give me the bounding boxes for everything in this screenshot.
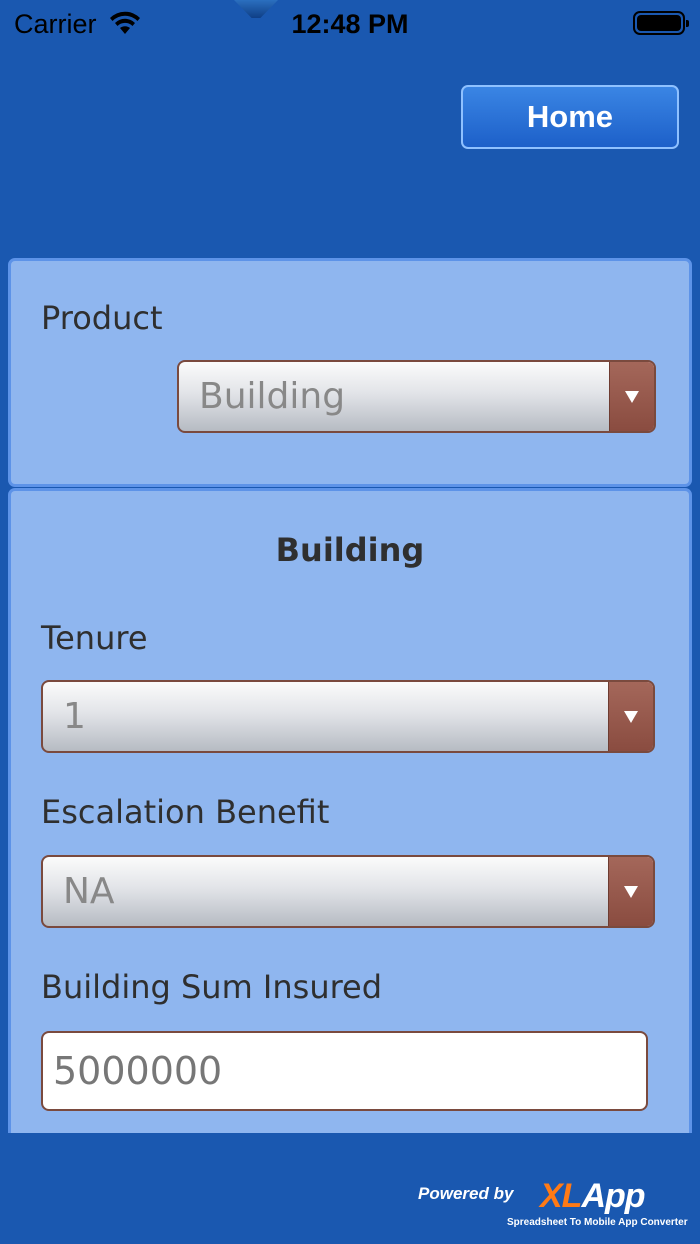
product-panel: Product Building: [8, 258, 692, 487]
battery-icon: [633, 11, 689, 35]
escalation-benefit-select-value: NA: [63, 871, 115, 912]
powered-by-label: Powered by: [418, 1184, 514, 1203]
product-select-value: Building: [199, 376, 346, 417]
logo-tagline: Spreadsheet To Mobile App Converter: [507, 1217, 688, 1228]
chevron-down-icon[interactable]: [608, 682, 653, 751]
tenure-label: Tenure: [41, 619, 148, 657]
chevron-down-icon[interactable]: [608, 857, 653, 926]
product-select[interactable]: Building: [177, 360, 656, 433]
escalation-benefit-label: Escalation Benefit: [41, 793, 330, 831]
tenure-select-value: 1: [63, 696, 86, 737]
tenure-select[interactable]: 1: [41, 680, 655, 753]
xlapp-logo: XLApp: [540, 1177, 646, 1215]
building-panel: Building Tenure 1 Escalation Benefit NA …: [8, 488, 692, 1148]
section-title: Building: [275, 531, 425, 569]
home-button[interactable]: Home: [461, 85, 679, 149]
building-sum-insured-label: Building Sum Insured: [41, 968, 383, 1006]
footer: Powered by XLApp Spreadsheet To Mobile A…: [0, 1133, 700, 1244]
escalation-benefit-select[interactable]: NA: [41, 855, 655, 928]
product-label: Product: [41, 299, 163, 337]
building-sum-insured-input[interactable]: 5000000: [41, 1031, 648, 1111]
status-bar: Carrier 12:48 PM: [0, 0, 700, 48]
chevron-down-icon[interactable]: [609, 362, 654, 431]
status-time: 12:48 PM: [291, 9, 409, 39]
